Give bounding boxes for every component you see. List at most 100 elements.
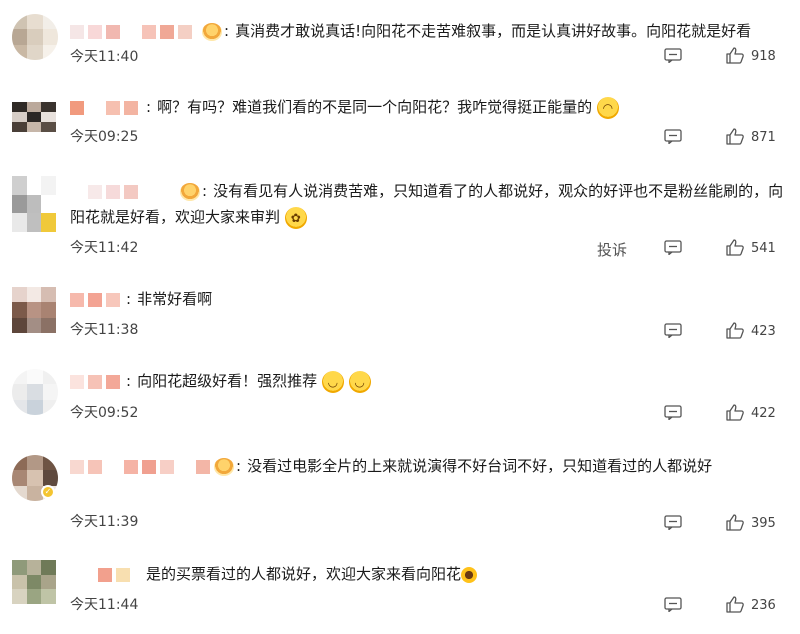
thumbs-up-icon[interactable] bbox=[726, 322, 744, 339]
avatar-pixel bbox=[12, 102, 27, 112]
username-pixel bbox=[124, 184, 138, 199]
username-pixel bbox=[116, 567, 130, 582]
username-pixel bbox=[88, 374, 102, 389]
avatar-pixel bbox=[42, 384, 58, 400]
avatar-pixel bbox=[42, 399, 58, 415]
like-count: 918 bbox=[751, 49, 776, 64]
avatar[interactable] bbox=[12, 14, 58, 60]
username-pixel bbox=[142, 24, 156, 39]
username-pixel bbox=[160, 459, 174, 474]
comment-icon[interactable] bbox=[664, 323, 682, 338]
avatar-pixel bbox=[27, 14, 43, 30]
report-link[interactable]: 投诉 bbox=[597, 239, 627, 260]
avatar-pixel bbox=[41, 102, 56, 112]
avatar-pixel bbox=[42, 455, 58, 471]
comment-time: 今天11:44 bbox=[70, 597, 139, 613]
username-pixel bbox=[70, 24, 84, 39]
comment-item: : 向阳花超级好看！强烈推荐 ◡ ◡ 今天09:52 422 bbox=[0, 367, 800, 427]
comment-icon[interactable] bbox=[664, 129, 682, 144]
comment-icon[interactable] bbox=[664, 405, 682, 420]
comment-text: 没有看见有人说消费苦难，只知道看了的人都说好，观众的好评也不是粉丝能刷的，向阳花… bbox=[70, 182, 784, 226]
username[interactable] bbox=[70, 100, 138, 116]
avatar-pixel bbox=[26, 112, 42, 122]
username-pixel bbox=[106, 100, 120, 115]
avatar-pixel bbox=[27, 455, 43, 471]
avatar-pixel bbox=[12, 399, 28, 415]
grinning-face-emoji-icon: ◠ bbox=[596, 96, 619, 119]
avatar-pixel bbox=[27, 399, 43, 415]
avatar[interactable] bbox=[12, 369, 58, 415]
like-count: 423 bbox=[751, 324, 776, 339]
avatar[interactable] bbox=[12, 560, 56, 604]
avatar-pixel bbox=[12, 112, 27, 122]
username-pixel bbox=[106, 374, 120, 389]
thumbs-up-icon[interactable] bbox=[726, 47, 744, 64]
avatar[interactable] bbox=[12, 287, 56, 333]
username-pixel bbox=[88, 100, 102, 115]
avatar-pixel bbox=[41, 589, 56, 604]
avatar-pixel bbox=[41, 287, 56, 303]
comment-item: ✓ : 没看过电影全片的上来就说演得不好台词不好，只知道看过的人都说好 今天11:… bbox=[0, 455, 800, 535]
comment-time: 今天11:38 bbox=[70, 322, 139, 338]
avatar-pixel bbox=[26, 317, 42, 333]
username[interactable] bbox=[98, 567, 130, 583]
username-pixel bbox=[160, 24, 174, 39]
avatar-pixel bbox=[12, 14, 28, 30]
avatar-pixel bbox=[12, 44, 28, 60]
avatar-pixel bbox=[26, 194, 42, 214]
username-pixel bbox=[142, 459, 156, 474]
avatar-pixel bbox=[41, 302, 56, 318]
username[interactable] bbox=[70, 459, 210, 475]
comment-icon[interactable] bbox=[664, 48, 682, 63]
comment-item: 是的买票看过的人都说好，欢迎大家来看向阳花 今天11:44 236 bbox=[0, 560, 800, 620]
avatar-pixel bbox=[12, 317, 27, 333]
sunflower-emoji-icon bbox=[461, 566, 478, 583]
comment-time: 今天09:25 bbox=[70, 129, 139, 145]
comment-item: : 没有看见有人说消费苦难，只知道看了的人都说好，观众的好评也不是粉丝能刷的，向阳… bbox=[0, 176, 800, 266]
username[interactable] bbox=[70, 24, 192, 40]
avatar-pixel bbox=[12, 176, 27, 195]
avatar-pixel bbox=[27, 369, 43, 385]
username-pixel bbox=[98, 567, 112, 582]
comment-line: : 真消费才敢说真话!向阳花不走苦难叙事，而是认真讲好故事。向阳花就是好看 bbox=[70, 18, 784, 44]
thumbs-up-icon[interactable] bbox=[726, 239, 744, 256]
avatar-pixel bbox=[41, 317, 56, 333]
thumbs-up-icon[interactable] bbox=[726, 514, 744, 531]
avatar-pixel bbox=[26, 302, 42, 318]
fan-badge-icon bbox=[214, 457, 234, 476]
username-pixel bbox=[70, 100, 84, 115]
avatar-pixel bbox=[26, 176, 42, 195]
username[interactable] bbox=[70, 374, 120, 390]
username[interactable] bbox=[70, 184, 138, 200]
comment-line: 是的买票看过的人都说好，欢迎大家来看向阳花 bbox=[70, 561, 784, 587]
hug-face-emoji-icon: ◡ bbox=[348, 370, 371, 393]
comment-text: 啊？有吗？难道我们看的不是同一个向阳花？我咋觉得挺正能量的 bbox=[157, 98, 593, 116]
avatar-pixel bbox=[42, 29, 58, 45]
username-pixel bbox=[106, 292, 120, 307]
avatar[interactable] bbox=[12, 176, 56, 232]
thumbs-up-icon[interactable] bbox=[726, 404, 744, 421]
username[interactable] bbox=[70, 292, 120, 308]
comment-item: : 啊？有吗？难道我们看的不是同一个向阳花？我咋觉得挺正能量的 ◠ 今天09:25… bbox=[0, 96, 800, 162]
username-pixel bbox=[124, 24, 138, 39]
comment-text: 非常好看啊 bbox=[137, 290, 213, 308]
avatar-pixel bbox=[41, 213, 56, 232]
avatar-pixel bbox=[12, 384, 28, 400]
party-face-emoji-icon: ✿ bbox=[284, 206, 307, 229]
username-pixel bbox=[178, 24, 192, 39]
thumbs-up-icon[interactable] bbox=[726, 596, 744, 613]
thumbs-up-icon[interactable] bbox=[726, 128, 744, 145]
avatar[interactable] bbox=[12, 102, 56, 132]
avatar-pixel bbox=[27, 384, 43, 400]
comment-icon[interactable] bbox=[664, 515, 682, 530]
comment-item: : 真消费才敢说真话!向阳花不走苦难叙事，而是认真讲好故事。向阳花就是好看 今天1… bbox=[0, 14, 800, 84]
comment-icon[interactable] bbox=[664, 597, 682, 612]
username-pixel bbox=[70, 184, 84, 199]
comment-icon[interactable] bbox=[664, 240, 682, 255]
avatar-pixel bbox=[12, 369, 28, 385]
avatar-pixel bbox=[41, 194, 56, 214]
fan-badge-icon bbox=[180, 182, 200, 201]
like-count: 422 bbox=[751, 406, 776, 421]
avatar-pixel bbox=[26, 574, 42, 590]
avatar-pixel bbox=[42, 470, 58, 486]
